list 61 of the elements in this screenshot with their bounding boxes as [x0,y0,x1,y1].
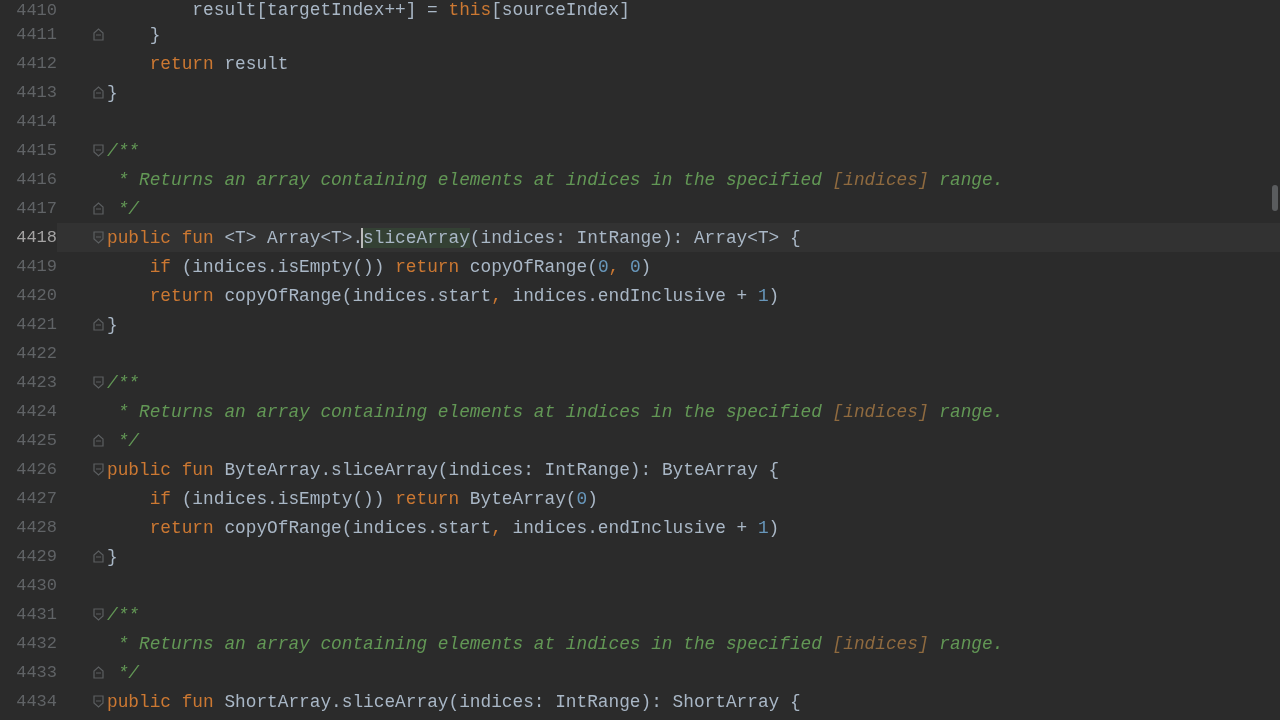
code-line: if (indices.isEmpty()) return ByteArray(0) [148,488,598,509]
code-line: */ [116,430,139,451]
line-number: 4425 [15,431,57,450]
fold-marker-icon[interactable] [93,144,104,157]
fold-marker-icon[interactable] [93,376,104,389]
line-number: 4412 [15,54,57,73]
fold-marker-icon[interactable] [93,434,104,447]
line-number: 4431 [15,605,57,624]
code-line: * Returns an array containing elements at indices in the specified [indices] range. [116,401,1004,422]
line-number: 4426 [15,460,57,479]
fold-marker-icon[interactable] [93,231,104,244]
fold-marker-icon[interactable] [93,550,104,563]
code-line: return copyOfRange(indices.start, indices.endInclusive + 1) [148,517,780,538]
line-number: 4423 [15,373,57,392]
code-line: /** [107,372,139,393]
line-number: 4430 [15,576,57,595]
code-line: public fun ShortArray.sliceArray(indices: IntRange): ShortArray { [107,691,801,712]
code-line: public fun ByteArray.sliceArray(indices: IntRange): ByteArray { [107,459,780,480]
fold-marker-icon[interactable] [93,202,104,215]
code-line: * Returns an array containing elements at indices in the specified [indices] range. [116,169,1004,190]
line-number: 4433 [15,663,57,682]
code-line: return copyOfRange(indices.start, indices.endInclusive + 1) [148,285,780,306]
line-number: 4419 [15,257,57,276]
line-number: 4422 [15,344,57,363]
line-number: 4424 [15,402,57,421]
line-number: 4411 [15,25,57,44]
fold-marker-icon[interactable] [93,666,104,679]
code-line: * Returns an array containing elements at indices in the specified [indices] range. [116,633,1004,654]
line-number: 4429 [15,547,57,566]
line-number: 4414 [15,112,57,131]
code-line: } [148,24,161,45]
code-line: if (indices.isEmpty()) return copyOfRange(0, 0) [148,256,652,277]
code-line: } [107,82,118,103]
line-number: 4428 [15,518,57,537]
line-number: 4413 [15,83,57,102]
code-line: result[targetIndex++] = this[sourceIndex] [191,0,630,20]
code-line: } [107,314,118,335]
line-number: 4417 [15,199,57,218]
code-line: */ [116,198,139,219]
line-number: 4420 [15,286,57,305]
fold-marker-icon[interactable] [93,86,104,99]
code-line: /** [107,604,139,625]
line-number: 4410 [15,0,57,20]
scrollbar-thumb[interactable] [1272,185,1278,211]
line-number: 4421 [15,315,57,334]
code-line: /** [107,140,139,161]
fold-marker-icon[interactable] [93,28,104,41]
fold-marker-icon[interactable] [93,608,104,621]
code-line: */ [116,662,139,683]
code-line: return result [148,53,289,74]
line-number: 4434 [15,692,57,711]
code-line: public fun <T> Array<T>.sliceArray(indices: IntRange): Array<T> { [107,227,801,248]
code-line: } [107,546,118,567]
fold-marker-icon[interactable] [93,695,104,708]
fold-marker-icon[interactable] [93,463,104,476]
fold-marker-icon[interactable] [93,318,104,331]
line-number: 4427 [15,489,57,508]
line-number: 4432 [15,634,57,653]
line-number: 4415 [15,141,57,160]
line-number: 4418 [15,228,57,247]
line-number: 4416 [15,170,57,189]
